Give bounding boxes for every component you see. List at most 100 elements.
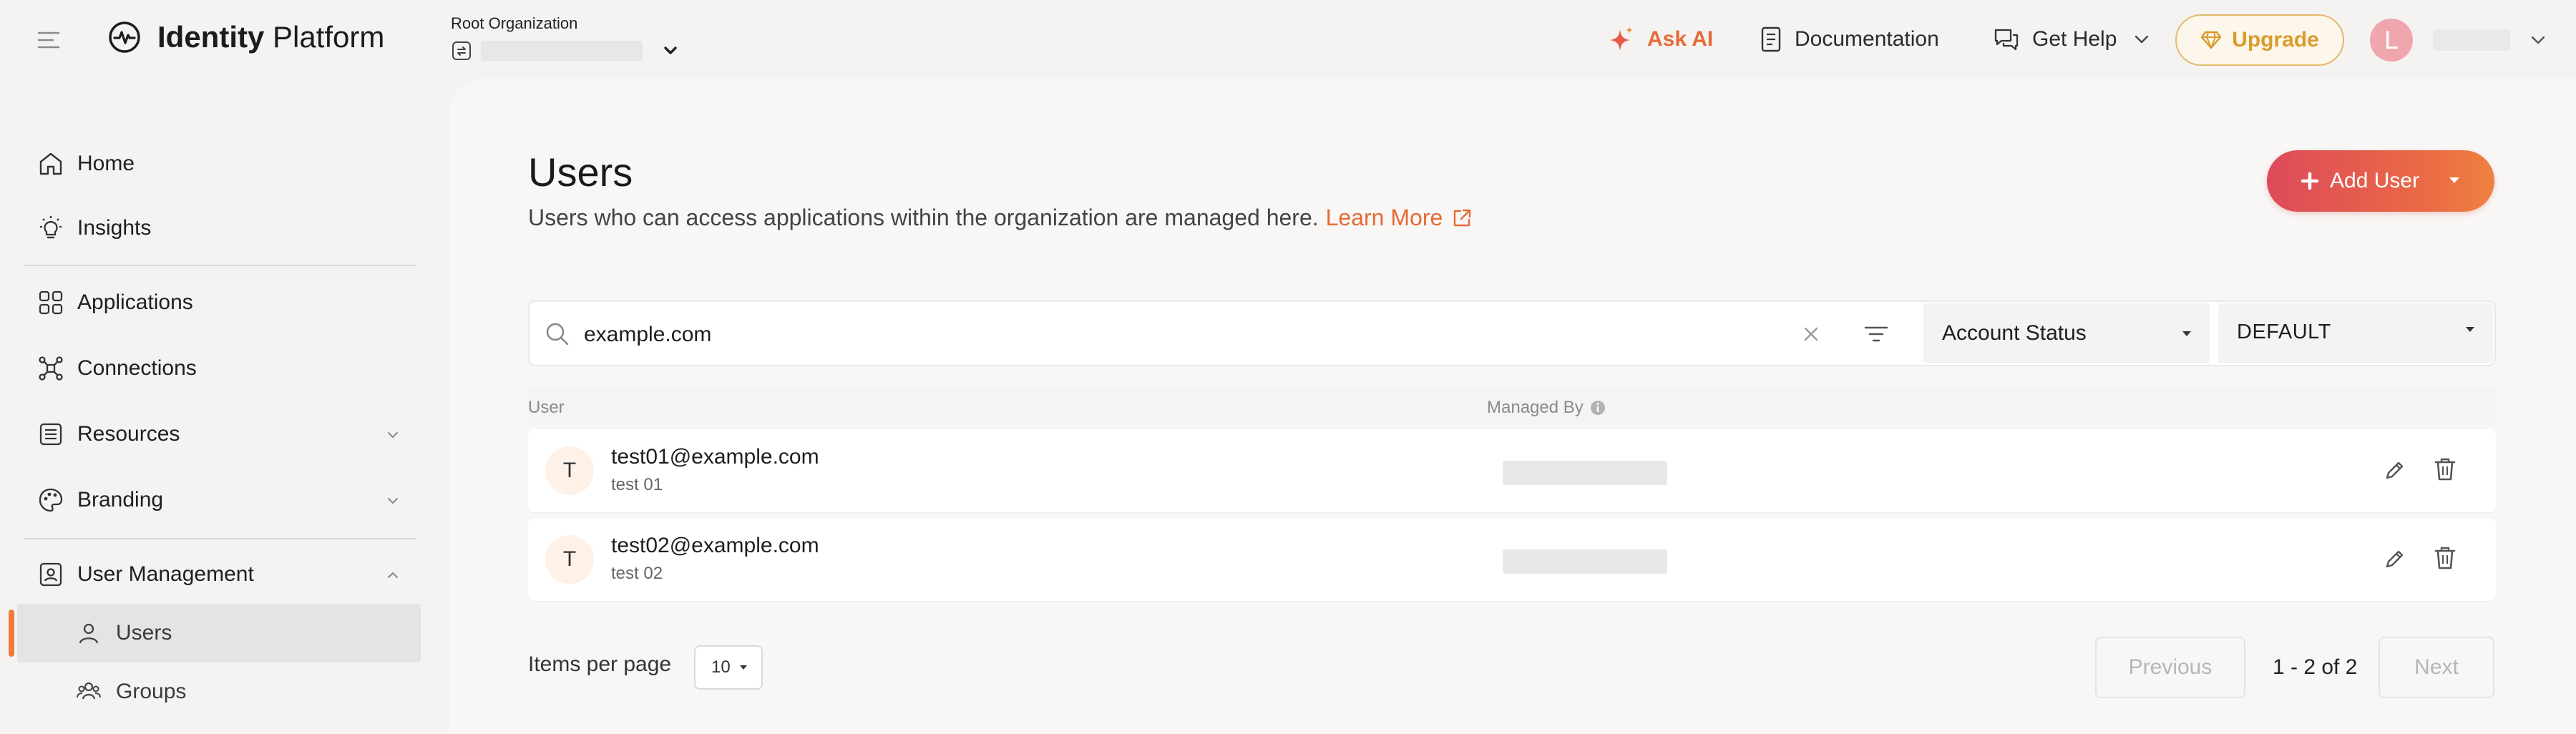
get-help-dropdown[interactable]: Get Help	[1994, 21, 2151, 57]
clear-icon[interactable]	[1800, 323, 1822, 345]
table-row[interactable]: T test01@example.com test 01	[528, 429, 2496, 512]
column-header-user: User	[528, 398, 565, 417]
brand-name: Identity Platform	[157, 20, 385, 54]
search-icon	[546, 323, 569, 346]
network-icon	[39, 356, 63, 381]
sidebar-item-label: Connections	[77, 356, 197, 380]
search-input[interactable]	[584, 315, 1729, 355]
learn-more-link[interactable]: Learn More	[1326, 205, 1473, 231]
sidebar-item-label: Applications	[77, 290, 193, 314]
sidebar-divider	[24, 265, 416, 266]
avatar: L	[2370, 19, 2413, 62]
external-link-icon	[1454, 209, 1471, 226]
sidebar-item-applications[interactable]: Applications	[24, 278, 421, 328]
sidebar-item-groups[interactable]: Groups	[17, 662, 421, 721]
sidebar-item-user-management[interactable]: User Management	[24, 549, 421, 600]
organization-switcher: Root Organization	[451, 14, 681, 62]
view-select-value: DEFAULT	[2237, 320, 2331, 343]
sidebar-item-label: Users	[116, 621, 172, 645]
document-icon	[1761, 26, 1781, 52]
person-icon	[79, 623, 99, 644]
chat-bubbles-icon	[1994, 29, 2019, 51]
caret-down-icon	[2466, 327, 2474, 332]
trash-icon[interactable]	[2433, 456, 2457, 482]
sidebar-item-connections[interactable]: Connections	[24, 343, 421, 393]
chevron-down-icon	[664, 47, 677, 54]
org-selector[interactable]	[451, 40, 681, 62]
list-icon	[39, 423, 62, 446]
top-header: Identity Platform Root Organization Ask …	[0, 0, 2576, 79]
home-icon	[39, 152, 62, 175]
filter-icon[interactable]	[1863, 323, 1889, 345]
sidebar-item-home[interactable]: Home	[24, 139, 421, 189]
menu-toggle-button[interactable]	[34, 26, 63, 54]
search-filter-bar: Account Status DEFAULT	[528, 300, 2496, 366]
upgrade-button[interactable]: Upgrade	[2175, 14, 2344, 66]
caret-down-icon[interactable]	[2447, 175, 2462, 186]
managed-by-redacted	[1503, 461, 1667, 485]
caret-down-icon	[739, 665, 747, 670]
get-help-label: Get Help	[2032, 27, 2117, 51]
page-description-text: Users who can access applications within…	[528, 205, 1319, 230]
chevron-down-icon	[388, 432, 398, 438]
add-user-button[interactable]: Add User	[2267, 150, 2494, 212]
pencil-icon[interactable]	[2383, 458, 2407, 482]
id-badge-icon	[39, 562, 62, 587]
ask-ai-button[interactable]: Ask AI	[1609, 21, 1713, 57]
items-per-page-value: 10	[711, 657, 731, 677]
chevron-up-icon	[388, 572, 398, 578]
user-email: test02@example.com	[611, 534, 819, 557]
ask-ai-label: Ask AI	[1647, 27, 1714, 51]
user-display-name: test 01	[611, 475, 663, 494]
org-label: Root Organization	[451, 14, 578, 32]
org-switch-icon	[452, 41, 471, 60]
column-header-managed-by: Managed By	[1487, 398, 1606, 418]
palette-icon	[39, 488, 63, 512]
page-title: Users	[528, 150, 633, 195]
sidebar-item-users[interactable]: Users	[17, 604, 421, 662]
user-avatar: T	[545, 446, 594, 495]
chevron-down-icon	[2135, 35, 2149, 44]
documentation-label: Documentation	[1795, 27, 1939, 51]
sidebar-item-label: Insights	[77, 216, 152, 240]
caret-down-icon	[2182, 331, 2191, 336]
pagination-range: 1 - 2 of 2	[2273, 655, 2358, 679]
page-description: Users who can access applications within…	[528, 205, 1473, 231]
sidebar-item-label: User Management	[77, 562, 254, 586]
grid-icon	[39, 290, 63, 315]
sidebar-item-label: Resources	[77, 422, 180, 446]
user-avatar: T	[545, 535, 594, 584]
sidebar-item-label: Groups	[116, 680, 187, 703]
sidebar-item-branding[interactable]: Branding	[24, 475, 421, 525]
sidebar: Home Insights Applications Connections R…	[0, 79, 449, 734]
pulse-logo-icon	[109, 21, 140, 53]
previous-page-button[interactable]: Previous	[2095, 637, 2245, 698]
org-name-redacted	[481, 41, 643, 61]
pencil-icon[interactable]	[2383, 547, 2407, 571]
learn-more-label: Learn More	[1325, 205, 1443, 230]
managed-by-redacted	[1503, 549, 1667, 574]
group-icon	[77, 682, 101, 700]
items-per-page-select[interactable]: 10	[694, 645, 763, 690]
table-row[interactable]: T test02@example.com test 02	[528, 518, 2496, 601]
user-email: test01@example.com	[611, 445, 819, 469]
sidebar-item-resources[interactable]: Resources	[24, 409, 421, 459]
account-status-select[interactable]: Account Status	[1923, 303, 2210, 363]
view-select[interactable]: DEFAULT	[2218, 303, 2493, 363]
main-content: Users Users who can access applications …	[449, 79, 2576, 734]
active-indicator	[9, 610, 14, 657]
lightbulb-icon	[40, 216, 62, 239]
trash-icon[interactable]	[2433, 545, 2457, 571]
documentation-link[interactable]: Documentation	[1760, 21, 1939, 57]
sidebar-item-insights[interactable]: Insights	[24, 203, 421, 253]
sidebar-item-label: Home	[77, 152, 135, 175]
diamond-icon	[2200, 31, 2222, 49]
user-menu[interactable]: L	[2370, 19, 2547, 62]
sidebar-item-label: Branding	[77, 488, 164, 512]
info-icon[interactable]	[1589, 399, 1606, 416]
menu-icon	[37, 31, 60, 49]
brand[interactable]: Identity Platform	[107, 20, 384, 54]
user-display-name: test 02	[611, 564, 663, 583]
next-page-button[interactable]: Next	[2379, 637, 2494, 698]
chevron-down-icon	[2531, 36, 2545, 44]
